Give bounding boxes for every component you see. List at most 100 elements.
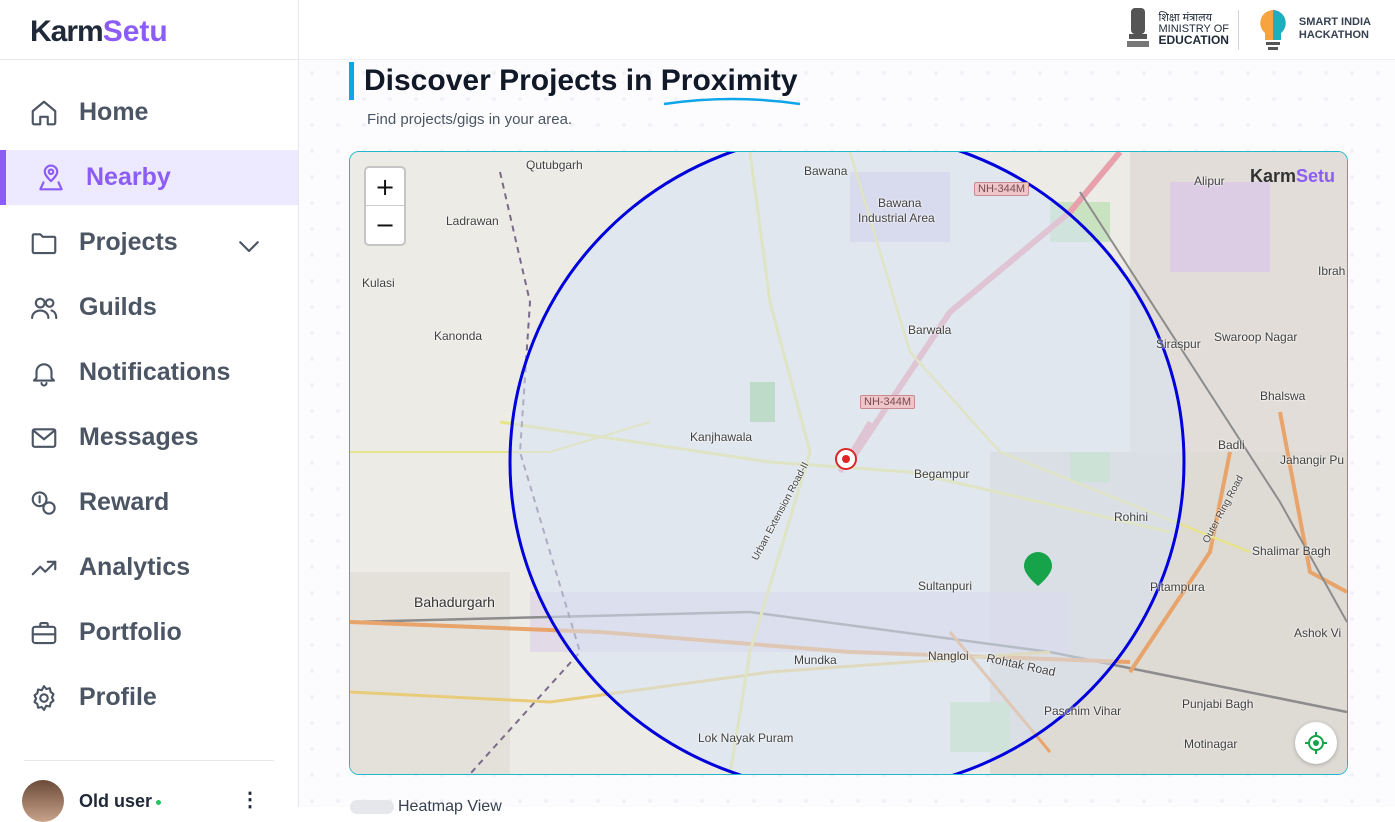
map-label: Bhalswa	[1260, 389, 1306, 403]
sidebar-item-label: Guilds	[79, 293, 157, 321]
map-label: Barwala	[908, 323, 952, 337]
sidebar-item-home[interactable]: Home	[0, 85, 298, 140]
locate-me-button[interactable]	[1295, 722, 1337, 764]
title-underline	[663, 97, 801, 106]
map-tiles[interactable]	[350, 152, 1347, 774]
trending-icon	[29, 553, 59, 583]
user-card[interactable]: Old user	[22, 780, 162, 822]
zoom-control: + −	[364, 166, 406, 246]
map-label: Ashok Vi	[1294, 626, 1342, 640]
sidebar-item-analytics[interactable]: Analytics	[0, 540, 298, 595]
online-status-dot	[156, 799, 162, 805]
reward-icon	[29, 488, 59, 518]
sidebar-nav: Home Nearby Projects Guilds Notification…	[0, 85, 298, 735]
avatar[interactable]	[22, 780, 64, 822]
sih-line1: SMART INDIA	[1298, 16, 1371, 28]
map-label: Paschim Vihar	[1044, 704, 1122, 718]
gear-icon	[29, 683, 59, 713]
sidebar-item-label: Home	[79, 98, 149, 126]
map-label: Industrial Area	[858, 211, 935, 225]
map-label: Badli	[1218, 438, 1245, 452]
sidebar-item-label: Nearby	[86, 163, 171, 191]
map-label: Bahadurgarh	[414, 594, 495, 610]
top-header: शिक्षा मंत्रालय MINISTRY OF EDUCATION SM…	[299, 0, 1395, 60]
sidebar-item-label: Notifications	[79, 358, 231, 386]
divider	[0, 59, 298, 60]
map-label: Lok Nayak Puram	[698, 731, 794, 745]
map-label: Bawana	[804, 164, 848, 178]
sidebar-item-messages[interactable]: Messages	[0, 410, 298, 465]
zoom-out-button[interactable]: −	[366, 206, 404, 243]
map-label: Siraspur	[1156, 337, 1201, 351]
map-pin-icon	[36, 163, 66, 193]
map-label: Ladrawan	[446, 214, 499, 228]
mail-icon	[29, 423, 59, 453]
bell-icon	[29, 358, 59, 388]
more-options-icon[interactable]: ⋮	[240, 790, 260, 810]
hackathon-text: SMART INDIA HACKATHON	[1299, 16, 1371, 42]
sidebar-item-portfolio[interactable]: Portfolio	[0, 605, 298, 660]
users-icon	[29, 293, 59, 323]
map-label: Bawana	[878, 196, 922, 210]
briefcase-icon	[29, 618, 59, 648]
heatmap-toggle[interactable]	[350, 800, 394, 814]
highway-shield: NH-344M	[974, 182, 1030, 196]
sidebar-item-reward[interactable]: Reward	[0, 475, 298, 530]
map-label: Rohini	[1114, 510, 1149, 524]
sidebar-item-profile[interactable]: Profile	[0, 670, 298, 725]
folder-icon	[29, 228, 59, 258]
page-title: Discover Projects in Proximity	[364, 64, 798, 97]
map-watermark-logo: KarmSetu	[1250, 166, 1335, 187]
nearby-map[interactable]: Qutubgarh Bawana Bawana Industrial Area …	[349, 151, 1348, 775]
chevron-down-icon[interactable]	[234, 231, 264, 261]
ministry-of-education-logo: शिक्षा मंत्रालय MINISTRY OF EDUCATION	[1125, 6, 1230, 52]
sidebar-item-label: Portfolio	[79, 618, 182, 646]
map-label: Kulasi	[362, 276, 395, 290]
ministry-line2: EDUCATION	[1158, 32, 1229, 47]
zoom-in-button[interactable]: +	[366, 168, 404, 206]
map-label: Nangloi	[928, 649, 969, 663]
sidebar-item-label: Profile	[79, 683, 157, 711]
national-emblem-icon	[1126, 8, 1149, 47]
sidebar: Karm Setu Home Nearby Projects Guilds Not…	[0, 0, 299, 822]
divider	[1238, 10, 1239, 50]
sidebar-item-label: Messages	[79, 423, 199, 451]
logo-setu: Setu	[102, 15, 168, 48]
map-label: Shalimar Bagh	[1252, 544, 1331, 558]
map-label: Punjabi Bagh	[1182, 697, 1254, 711]
sidebar-item-notifications[interactable]: Notifications	[0, 345, 298, 400]
crosshair-icon	[1305, 732, 1327, 754]
logo-karm: Karm	[30, 15, 104, 48]
lightbulb-icon	[1260, 10, 1286, 50]
home-icon	[29, 98, 59, 128]
app-logo[interactable]: Karm Setu	[30, 12, 168, 52]
sih-line2: HACKATHON	[1298, 29, 1369, 41]
sidebar-item-projects[interactable]: Projects	[0, 215, 298, 270]
heatmap-toggle-label: Heatmap View	[398, 798, 502, 815]
ministry-text: शिक्षा मंत्रालय MINISTRY OF EDUCATION	[1158, 12, 1230, 47]
map-label: Kanjhawala	[690, 430, 753, 444]
map-label: Pitampura	[1150, 580, 1205, 594]
map-label: Begampur	[914, 467, 970, 481]
watermark-karm: Karm	[1249, 166, 1296, 186]
map-label: Alipur	[1194, 174, 1225, 188]
map-label: Kanonda	[434, 329, 483, 343]
sidebar-item-nearby[interactable]: Nearby	[0, 150, 298, 205]
map-label: Ibrah	[1318, 264, 1346, 278]
map-label: Motinagar	[1184, 737, 1238, 751]
sidebar-item-label: Reward	[79, 488, 170, 516]
map-label: Mundka	[794, 653, 837, 667]
user-name: Old user	[79, 790, 153, 811]
highway-shield: NH-344M	[860, 395, 916, 409]
divider	[24, 760, 274, 761]
sidebar-item-guilds[interactable]: Guilds	[0, 280, 298, 335]
map-label: Sultanpuri	[918, 579, 973, 593]
watermark-setu: Setu	[1295, 166, 1335, 186]
map-label: Swaroop Nagar	[1214, 330, 1298, 344]
smart-india-hackathon-logo: SMART INDIA HACKATHON	[1255, 6, 1371, 52]
page-subtitle: Find projects/gigs in your area.	[367, 111, 573, 128]
sidebar-item-label: Analytics	[79, 553, 191, 581]
map-label: Qutubgarh	[526, 158, 583, 172]
map-label: Jahangir Pu	[1280, 453, 1345, 467]
title-accent-bar	[349, 62, 354, 100]
